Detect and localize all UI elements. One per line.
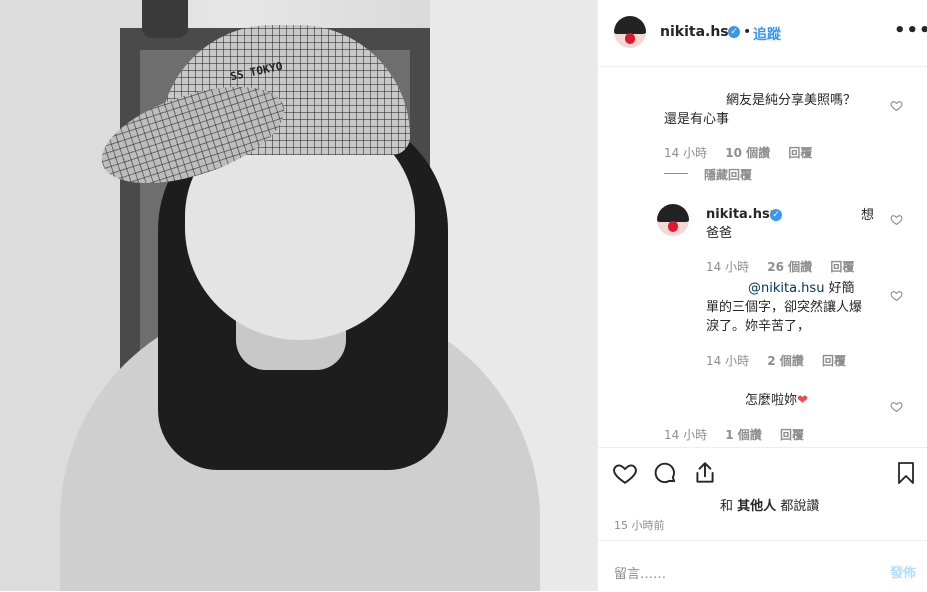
author-avatar[interactable] <box>614 16 646 48</box>
comment-bubble-icon[interactable] <box>652 460 678 486</box>
reply-button[interactable]: 回覆 <box>830 260 854 274</box>
cap-print: SS TOKYO <box>229 59 284 84</box>
comment-likes[interactable]: 10 個讚 <box>725 146 770 160</box>
follow-button[interactable]: 追蹤 <box>753 24 781 44</box>
reply-text-line3: 淚了。妳辛苦了， <box>706 319 811 334</box>
red-heart-emoji-icon: ❤ <box>797 393 808 408</box>
comment-text-line: 怎麼啦妳❤ <box>745 391 808 410</box>
post-actions-bar <box>598 447 927 498</box>
post-side-panel: nikita.hsu ✓ • 追蹤 ••• 網友是純分享美照嗎？ 還是有心事 1… <box>597 0 927 591</box>
photo-lamp <box>142 0 188 38</box>
reply-text-a: 想 <box>861 208 875 223</box>
reply-text-line1: 好簡 <box>828 281 855 296</box>
comment-likes[interactable]: 1 個讚 <box>725 428 762 442</box>
likes-others-link[interactable]: 其他人 <box>737 499 776 514</box>
comment-like-heart-icon[interactable] <box>890 289 903 302</box>
comment-meta: 14 小時 1 個讚 回覆 <box>664 426 818 443</box>
comment-text-line1: 網友是純分享美照嗎？ <box>726 93 857 108</box>
comment-text-line2: 還是有心事 <box>664 112 730 127</box>
reply-button[interactable]: 回覆 <box>780 428 804 442</box>
author-username[interactable]: nikita.hsu <box>660 24 739 40</box>
reply-likes[interactable]: 26 個讚 <box>767 260 812 274</box>
likes-suffix: 都說讚 <box>780 499 820 514</box>
reply-button[interactable]: 回覆 <box>788 146 812 160</box>
replies-divider <box>664 173 688 174</box>
reply-text-line2: 單的三個字，卻突然讓人爆 <box>706 300 863 315</box>
like-heart-icon[interactable] <box>612 460 638 486</box>
comment-like-heart-icon[interactable] <box>890 213 903 226</box>
mention-link[interactable]: @nikita.hsu <box>748 281 824 296</box>
post-header: nikita.hsu ✓ • 追蹤 ••• <box>598 0 927 67</box>
share-icon[interactable] <box>692 460 718 486</box>
add-comment-box: 留言…… 發佈 <box>598 540 927 592</box>
comments-list: 網友是純分享美照嗎？ 還是有心事 14 小時 10 個讚 回覆 隱藏回覆 nik… <box>598 67 927 447</box>
comment-text: 怎麼啦妳 <box>745 393 798 408</box>
comment-time: 14 小時 <box>664 146 708 160</box>
separator-dot: • <box>743 24 752 40</box>
comment-meta: 14 小時 10 個讚 回覆 <box>664 144 826 161</box>
post-photo[interactable]: SS TOKYO <box>0 0 597 591</box>
reply-time: 14 小時 <box>706 260 750 274</box>
more-options-icon[interactable]: ••• <box>894 20 927 41</box>
verified-badge-icon: ✓ <box>728 26 740 38</box>
reply-mention-line: @nikita.hsu 好簡 <box>748 279 855 298</box>
save-bookmark-icon[interactable] <box>894 460 918 486</box>
verified-badge-icon: ✓ <box>770 209 782 221</box>
likes-summary: 和 其他人 都說讚 <box>720 495 819 514</box>
reply-time: 14 小時 <box>706 354 750 368</box>
comment-like-heart-icon[interactable] <box>890 99 903 112</box>
post-comment-button[interactable]: 發佈 <box>890 562 916 581</box>
reply-author-avatar[interactable] <box>657 204 689 236</box>
comment-like-heart-icon[interactable] <box>890 400 903 413</box>
reply-meta: 14 小時 2 個讚 回覆 <box>706 352 860 369</box>
reply-likes[interactable]: 2 個讚 <box>767 354 804 368</box>
reply-meta: 14 小時 26 個讚 回覆 <box>706 258 868 275</box>
reply-author-username[interactable]: nikita.hsu <box>706 207 779 222</box>
hide-replies-button[interactable]: 隱藏回覆 <box>704 166 752 183</box>
comment-input[interactable]: 留言…… <box>614 563 666 582</box>
post-timestamp[interactable]: 15 小時前 <box>614 517 665 533</box>
reply-text-b: 爸爸 <box>706 226 733 241</box>
reply-button[interactable]: 回覆 <box>822 354 846 368</box>
comment-time: 14 小時 <box>664 428 708 442</box>
likes-prefix: 和 <box>720 499 734 514</box>
